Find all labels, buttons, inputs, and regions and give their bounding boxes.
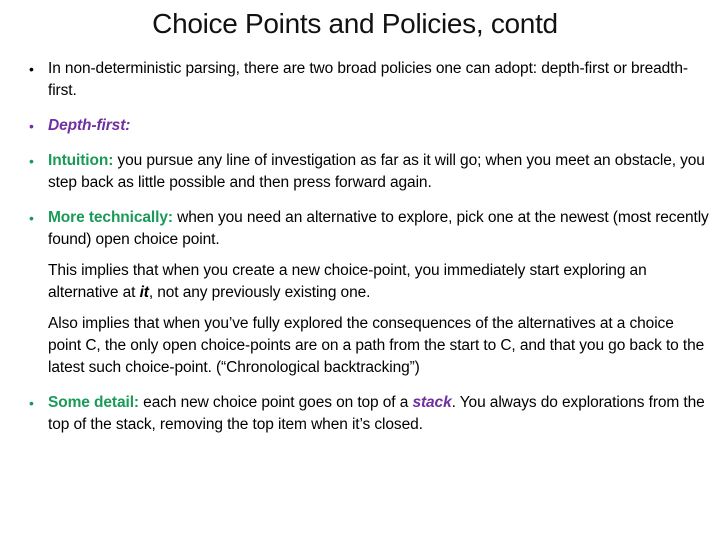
implies-text-after: , not any previously existing one. [148, 284, 371, 301]
some-detail-label: Some detail: [48, 394, 139, 411]
intro-text: In non-deterministic parsing, there are … [48, 60, 688, 99]
bullet-icon: • [29, 118, 34, 134]
bullet-item-intro: • In non-deterministic parsing, there ar… [29, 58, 709, 102]
slide-body: • In non-deterministic parsing, there ar… [29, 58, 709, 449]
bullet-item-intuition: • Intuition: you pursue any line of inve… [29, 150, 709, 194]
paragraph-implies: This implies that when you create a new … [29, 260, 709, 304]
stack-emphasis: stack [412, 394, 452, 411]
bullet-icon: • [29, 61, 34, 77]
intuition-text: you pursue any line of investigation as … [48, 152, 705, 191]
bullet-icon: • [29, 153, 34, 169]
bullet-item-some-detail: • Some detail: each new choice point goe… [29, 392, 709, 436]
bullet-icon: • [29, 210, 34, 226]
more-technically-label: More technically: [48, 209, 173, 226]
paragraph-also-implies: Also implies that when you’ve fully expl… [29, 313, 709, 379]
some-detail-text-before: each new choice point goes on top of a [138, 394, 413, 411]
bullet-item-depth-first: • Depth-first: [29, 115, 709, 137]
depth-first-label: Depth-first: [48, 117, 131, 134]
intuition-label: Intuition: [48, 152, 114, 169]
also-implies-text: Also implies that when you’ve fully expl… [48, 315, 705, 376]
slide-title: Choice Points and Policies, contd [152, 8, 558, 39]
bullet-item-more-technically: • More technically: when you need an alt… [29, 207, 709, 251]
bullet-icon: • [29, 395, 34, 411]
implies-emphasis: it [139, 284, 149, 301]
